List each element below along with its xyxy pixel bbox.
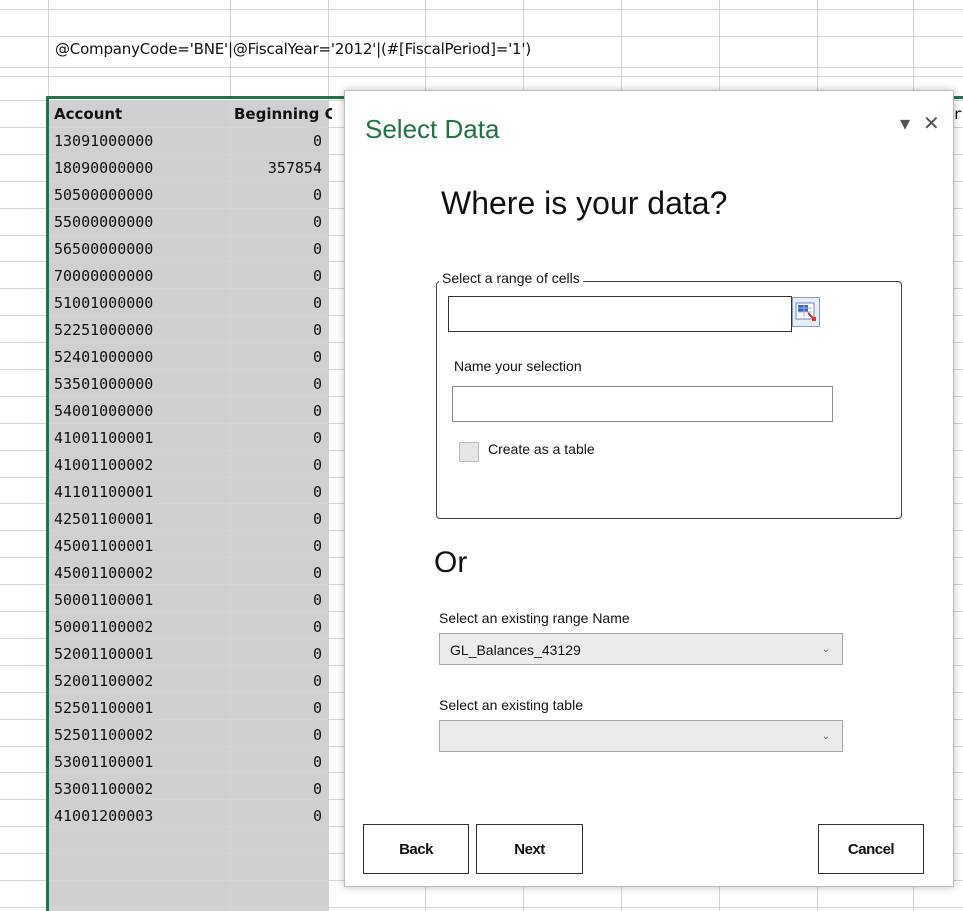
range-input[interactable] [448, 296, 792, 332]
beginning-cell[interactable]: 0 [232, 236, 322, 262]
row-gridline [0, 67, 963, 68]
account-cell[interactable]: 42501100001 [54, 506, 153, 532]
beginning-cell[interactable]: 0 [232, 452, 322, 478]
account-cell[interactable]: 50001100001 [54, 587, 153, 613]
account-cell[interactable]: 54001000000 [54, 398, 153, 424]
beginning-cell[interactable]: 0 [232, 776, 322, 802]
row-gridline [0, 9, 963, 10]
range-group-label: Select a range of cells [439, 270, 583, 286]
account-cell[interactable]: 18090000000 [54, 155, 153, 181]
partial-row-behind-dialog [344, 886, 963, 911]
row-gridline [0, 76, 963, 77]
account-cell[interactable]: 52251000000 [54, 317, 153, 343]
beginning-cell[interactable]: 0 [232, 695, 322, 721]
beginning-cell[interactable]: 0 [232, 533, 322, 559]
beginning-cell[interactable]: 0 [232, 614, 322, 640]
account-cell[interactable]: 52401000000 [54, 344, 153, 370]
existing-range-value: GL_Balances_43129 [450, 642, 581, 658]
beginning-cell[interactable]: 0 [232, 479, 322, 505]
account-cell[interactable]: 52001100002 [54, 668, 153, 694]
account-cell[interactable]: 70000000000 [54, 263, 153, 289]
header-beginning[interactable]: Beginning C [234, 101, 332, 127]
dialog-heading: Where is your data? [441, 185, 728, 221]
close-icon[interactable]: ✕ [923, 111, 940, 135]
account-cell[interactable]: 41001100002 [54, 452, 153, 478]
beginning-cell[interactable]: 0 [232, 641, 322, 667]
chevron-down-icon: ⌄ [821, 731, 830, 742]
name-selection-label: Name your selection [454, 358, 582, 374]
account-cell[interactable]: 53001100001 [54, 749, 153, 775]
beginning-cell[interactable]: 0 [232, 722, 322, 748]
or-label: Or [434, 546, 468, 579]
header-right-edge: r [953, 105, 963, 123]
existing-table-label: Select an existing table [439, 697, 583, 713]
account-cell[interactable]: 41101100001 [54, 479, 153, 505]
beginning-cell[interactable]: 0 [232, 425, 322, 451]
account-cell[interactable]: 52501100002 [54, 722, 153, 748]
beginning-cell[interactable]: 0 [232, 668, 322, 694]
existing-range-select[interactable]: GL_Balances_43129 ⌄ [439, 633, 843, 665]
beginning-cell[interactable]: 0 [232, 587, 322, 613]
header-account[interactable]: Account [54, 101, 122, 127]
name-selection-input[interactable] [452, 386, 833, 422]
beginning-cell[interactable]: 0 [232, 290, 322, 316]
dropdown-icon[interactable]: ▾ [900, 111, 910, 135]
create-table-checkbox[interactable] [459, 442, 479, 462]
row-gridline [0, 36, 963, 37]
beginning-cell[interactable]: 0 [232, 317, 322, 343]
beginning-cell[interactable]: 0 [232, 344, 322, 370]
account-cell[interactable]: 52501100001 [54, 695, 153, 721]
beginning-cell[interactable]: 0 [232, 371, 322, 397]
account-cell[interactable]: 52001100001 [54, 641, 153, 667]
beginning-cell[interactable]: 0 [232, 209, 322, 235]
account-cell[interactable]: 41001100001 [54, 425, 153, 451]
selection-border [46, 96, 49, 911]
account-cell[interactable]: 50500000000 [54, 182, 153, 208]
range-picker-icon[interactable] [792, 297, 820, 327]
account-cell[interactable]: 53501000000 [54, 371, 153, 397]
back-button[interactable]: Back [363, 824, 469, 874]
account-cell[interactable]: 13091000000 [54, 128, 153, 154]
account-cell[interactable]: 56500000000 [54, 236, 153, 262]
chevron-down-icon: ⌄ [821, 644, 830, 655]
account-cell[interactable]: 55000000000 [54, 209, 153, 235]
existing-table-select[interactable]: ⌄ [439, 720, 843, 752]
account-cell[interactable]: 45001100002 [54, 560, 153, 586]
account-cell[interactable]: 53001100002 [54, 776, 153, 802]
beginning-cell[interactable]: 0 [232, 128, 322, 154]
beginning-cell[interactable]: 0 [232, 803, 322, 829]
beginning-cell[interactable]: 0 [232, 182, 322, 208]
beginning-cell[interactable]: 0 [232, 560, 322, 586]
column-gridline [230, 0, 231, 911]
formula-cell-text[interactable]: @CompanyCode='BNE'|@FiscalYear='2012'|(#… [55, 40, 531, 58]
column-gridline [328, 0, 329, 911]
beginning-cell[interactable]: 0 [232, 263, 322, 289]
account-cell[interactable]: 45001100001 [54, 533, 153, 559]
select-data-dialog: Select Data ▾ ✕ Where is your data? Sele… [344, 90, 954, 887]
account-cell[interactable]: 41001200003 [54, 803, 153, 829]
dialog-title: Select Data [365, 114, 500, 144]
beginning-cell[interactable]: 0 [232, 398, 322, 424]
account-cell[interactable]: 51001000000 [54, 290, 153, 316]
beginning-cell[interactable]: 0 [232, 506, 322, 532]
existing-range-label: Select an existing range Name [439, 610, 630, 626]
create-table-label: Create as a table [488, 441, 595, 457]
next-button[interactable]: Next [476, 824, 583, 874]
beginning-cell[interactable]: 357854 [232, 155, 322, 181]
cancel-button[interactable]: Cancel [818, 824, 924, 874]
beginning-cell[interactable]: 0 [232, 749, 322, 775]
account-cell[interactable]: 50001100002 [54, 614, 153, 640]
